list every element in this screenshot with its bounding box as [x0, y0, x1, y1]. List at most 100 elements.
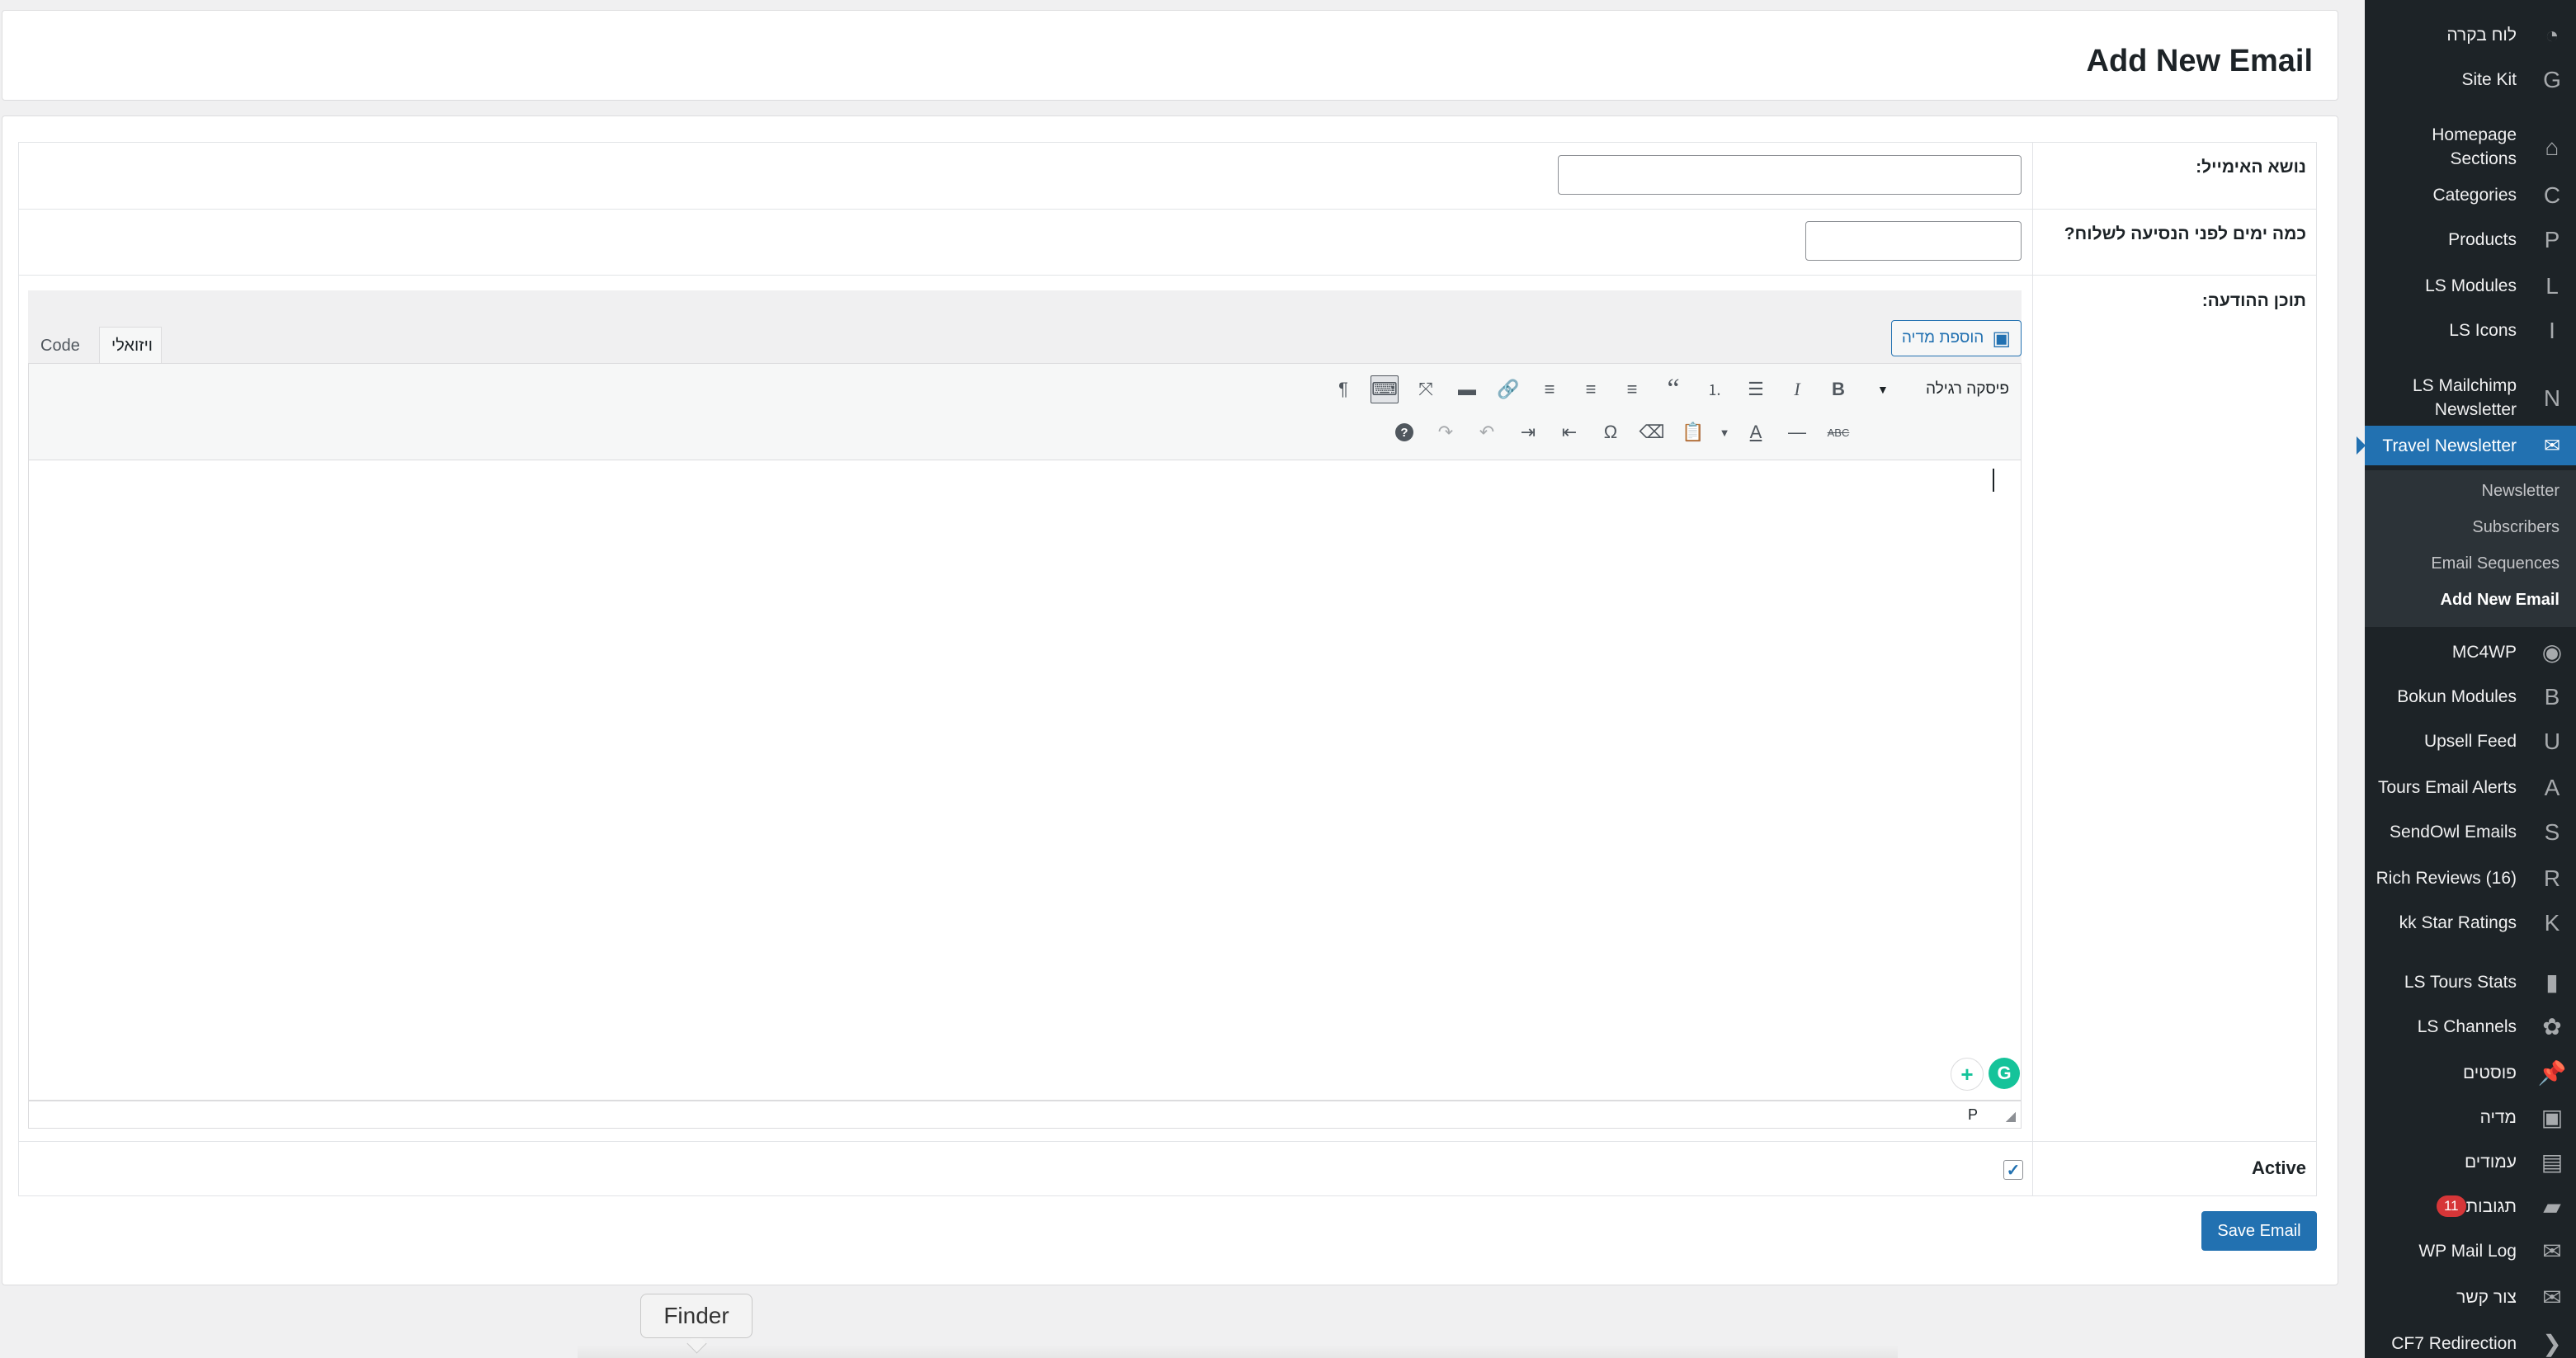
sidebar-item-home[interactable]: Homepage Sections ⌂ [2365, 117, 2576, 177]
blockquote-icon[interactable]: “ [1659, 374, 1687, 404]
horizontal-line-icon[interactable]: — [1783, 418, 1811, 446]
row-divider [19, 275, 2316, 276]
sidebar-item-label: Bokun Modules [2397, 686, 2517, 706]
days-before-field[interactable] [1805, 221, 2022, 261]
sidebar-item-label: צור קשר [2456, 1287, 2517, 1307]
tours-alerts-icon: A [2544, 774, 2560, 800]
link-icon[interactable]: 🔗 [1494, 375, 1522, 403]
bullet-list-icon[interactable]: ☰ [1742, 375, 1770, 403]
format-select[interactable]: פיסקה רגילה ▼ [1869, 375, 2017, 403]
sidebar-item-label: kk Star Ratings [2399, 912, 2517, 932]
site-kit-icon: G [2543, 66, 2561, 92]
special-character-icon[interactable]: Ω [1597, 418, 1625, 446]
content-label: תוכן ההודעה: [2201, 291, 2306, 310]
tab-visual[interactable]: ויזואלי [99, 327, 162, 363]
chevron-down-icon: ▼ [1877, 383, 1889, 396]
sidebar-item-label: LS Tours Stats [2404, 972, 2517, 992]
sidebar-item-rich-reviews[interactable]: Rich Reviews (16) R [2365, 861, 2576, 894]
subject-label: נושא האימייל: [2196, 158, 2306, 177]
chevron-down-icon[interactable]: ▼ [1715, 418, 1734, 446]
align-center-icon[interactable]: ≡ [1577, 375, 1605, 403]
sidebar-item-cf7-redirection[interactable]: CF7 Redirection ❯ [2365, 1327, 2576, 1358]
sidebar-item-label: פוסטים [2462, 1063, 2517, 1082]
element-path[interactable]: P [1968, 1106, 1978, 1124]
sidebar-item-upsell[interactable]: Upsell Feed U [2365, 724, 2576, 757]
media-icon: ▣ [1992, 327, 2011, 350]
sidebar-item-site-kit[interactable]: Site Kit G [2365, 63, 2576, 96]
sidebar-item-contact[interactable]: צור קשר ✉ [2365, 1280, 2576, 1313]
align-right-icon[interactable]: ≡ [1536, 375, 1564, 403]
sidebar-item-bokun[interactable]: Bokun Modules B [2365, 680, 2576, 713]
sidebar-item-star-ratings[interactable]: kk Star Ratings K [2365, 906, 2576, 939]
sidebar-item-ls-icons[interactable]: LS Icons I [2365, 314, 2576, 347]
undo-icon[interactable]: ↶ [1473, 418, 1501, 446]
grammarly-icon[interactable]: G [1989, 1058, 2020, 1089]
editor-content-area[interactable] [28, 460, 2022, 1101]
active-checkbox[interactable]: ✓ [2003, 1160, 2023, 1180]
submenu-item-newsletter[interactable]: Newsletter [2482, 482, 2559, 501]
clear-formatting-icon[interactable]: ⌫ [1638, 418, 1666, 446]
save-email-button[interactable]: Save Email [2201, 1211, 2317, 1251]
sidebar-item-channels[interactable]: LS Channels ✿ [2365, 1010, 2576, 1043]
toolbar-toggle-icon[interactable]: ⌨ [1371, 375, 1399, 403]
sidebar-item-pages[interactable]: עמודים ▤ [2365, 1145, 2576, 1178]
sidebar-item-label: מדיה [2479, 1107, 2517, 1127]
text-color-icon[interactable]: A [1742, 418, 1770, 446]
grammarly-add-icon[interactable]: + [1951, 1058, 1984, 1091]
submenu-item-subscribers[interactable]: Subscribers [2472, 518, 2559, 537]
strikethrough-icon[interactable]: ABC [1824, 418, 1852, 446]
sidebar-item-pin[interactable]: פוסטים 📌 [2365, 1056, 2576, 1089]
numbered-list-icon[interactable]: ⒈ [1701, 375, 1729, 403]
sidebar-item-ls-modules[interactable]: LS Modules L [2365, 269, 2576, 302]
bold-icon[interactable]: B [1824, 375, 1852, 403]
sidebar-item-mc4wp[interactable]: MC4WP ◉ [2365, 635, 2576, 668]
sidebar-item-label: SendOwl Emails [2389, 822, 2517, 842]
outdent-icon[interactable]: ⇤ [1555, 418, 1583, 446]
sidebar-item-bar-chart[interactable]: LS Tours Stats ▮ [2365, 965, 2576, 998]
media-icon: ▣ [2541, 1104, 2564, 1130]
add-media-button[interactable]: ▣ הוספת מדיה [1890, 320, 2022, 356]
italic-icon[interactable]: I [1783, 375, 1811, 403]
ls-mailchimp-icon: N [2543, 384, 2561, 411]
redo-icon[interactable]: ↷ [1432, 418, 1460, 446]
sidebar-item-label: Travel Newsletter [2382, 436, 2517, 455]
email-subject-field[interactable] [1558, 155, 2022, 195]
finder-tooltip: Finder [640, 1294, 753, 1338]
tab-code[interactable]: Code [28, 327, 89, 363]
sidebar-item-comments[interactable]: 11 תגובות ▰ [2365, 1190, 2576, 1223]
sidebar-item-label: Tours Email Alerts [2377, 777, 2517, 797]
editor-toolbar: פיסקה רגילה ▼ B I ☰ ⒈ “ ≡ ≡ ≡ 🔗 ▬ ⤧ ⌨ ¶ … [28, 363, 2022, 460]
bar-chart-icon: ▮ [2545, 969, 2559, 995]
contact-icon: ✉ [2542, 1284, 2562, 1310]
fullscreen-icon[interactable]: ⤧ [1412, 375, 1440, 403]
sidebar-item-sendowl[interactable]: SendOwl Emails S [2365, 815, 2576, 848]
submenu-item-add-new-email[interactable]: Add New Email [2441, 591, 2559, 610]
page-title: Add New Email [2086, 44, 2314, 78]
sidebar-item-categories[interactable]: Categories C [2365, 178, 2576, 211]
sidebar-item-dashboard[interactable]: לוח בקרה ◔ [2365, 18, 2576, 51]
help-icon[interactable]: ? [1390, 418, 1418, 446]
sidebar-item-ls-mailchimp[interactable]: LS Mailchimp Newsletter N [2365, 368, 2576, 427]
checkmark-icon: ✓ [2006, 1161, 2021, 1180]
sidebar-item-envelope[interactable]: Travel Newsletter ✉ [2365, 426, 2576, 465]
rtl-paragraph-icon[interactable]: ¶ [1329, 375, 1357, 403]
sidebar-item-media[interactable]: מדיה ▣ [2365, 1101, 2576, 1134]
home-icon: ⌂ [2545, 134, 2559, 160]
indent-icon[interactable]: ⇥ [1514, 418, 1542, 446]
paste-text-icon[interactable]: 📋 [1679, 418, 1707, 446]
align-left-icon[interactable]: ≡ [1618, 375, 1646, 403]
resize-handle-icon[interactable]: ◢ [2006, 1108, 2016, 1125]
format-select-value: פיסקה רגילה [1925, 380, 2009, 398]
products-icon: P [2544, 226, 2560, 252]
header-panel: Add New Email [2, 10, 2338, 101]
read-more-icon[interactable]: ▬ [1453, 375, 1481, 403]
sidebar-item-mail-log[interactable]: WP Mail Log ✉ [2365, 1234, 2576, 1267]
admin-sidebar: לוח בקרה ◔ Site Kit G Homepage Sections ⌂ Cate… [2365, 0, 2576, 1358]
sidebar-item-tours-alerts[interactable]: Tours Email Alerts A [2365, 771, 2576, 804]
submenu-item-email-sequences[interactable]: Email Sequences [2431, 554, 2559, 573]
sidebar-item-products[interactable]: Products P [2365, 223, 2576, 256]
grammarly-widget[interactable]: + G [1951, 1058, 2020, 1091]
categories-icon: C [2543, 182, 2561, 208]
ls-icons-icon: I [2549, 317, 2555, 343]
star-ratings-icon: K [2544, 909, 2560, 936]
